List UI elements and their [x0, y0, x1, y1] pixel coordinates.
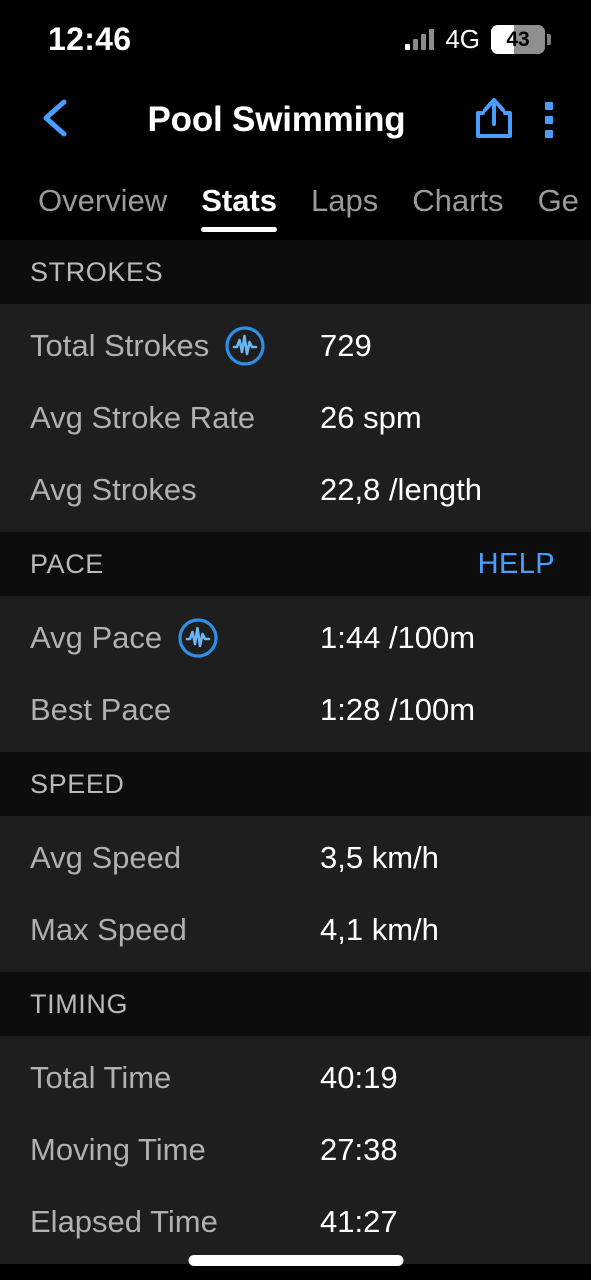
stat-row-label: Avg Stroke Rate	[30, 400, 256, 435]
more-options-button[interactable]	[535, 96, 563, 144]
stat-row-label: Moving Time	[30, 1132, 206, 1167]
app-bar-actions	[475, 96, 563, 144]
section-rows: Total Strokes 729 Avg Stroke Rate 26 spm Avg…	[0, 304, 591, 532]
section-header-strokes: STROKES	[0, 240, 591, 304]
stat-row-value: 27:38	[320, 1132, 398, 1167]
stat-row: Avg Strokes 22,8 /length	[0, 454, 591, 526]
status-bar-clock: 12:46	[48, 20, 132, 57]
stat-row-label-wrap: Avg Strokes	[30, 472, 320, 508]
stat-row-label: Total Strokes	[30, 328, 210, 363]
back-button[interactable]	[26, 96, 84, 145]
network-type-label: 4G	[445, 23, 480, 54]
home-indicator	[188, 1255, 403, 1266]
pulse-circle-icon[interactable]	[177, 617, 219, 659]
stat-row-label-wrap: Avg Stroke Rate	[30, 400, 320, 436]
stat-row-label: Total Time	[30, 1060, 172, 1095]
stat-row-label-wrap: Total Strokes	[30, 325, 320, 367]
section-title: TIMING	[30, 988, 129, 1019]
stat-row: Moving Time 27:38	[0, 1114, 591, 1186]
section-rows: Total Time 40:19 Moving Time 27:38 Elapsed T…	[0, 1036, 591, 1264]
stat-row-value: 1:44 /100m	[320, 620, 476, 655]
stat-row: Max Speed 4,1 km/h	[0, 894, 591, 966]
battery-icon: 43	[491, 24, 551, 54]
stat-row-value: 22,8 /length	[320, 472, 483, 507]
signal-bars-icon	[405, 28, 435, 50]
status-bar: 12:46 4G 43	[0, 0, 591, 78]
section-header-pace: PACE HELP	[0, 532, 591, 596]
section-rows: Avg Speed 3,5 km/h Max Speed 4,1 km/h	[0, 816, 591, 972]
stat-row-value: 4,1 km/h	[320, 912, 439, 947]
pulse-circle-icon[interactable]	[224, 325, 266, 367]
stat-row-value: 26 spm	[320, 400, 422, 435]
section-rows: Avg Pace 1:44 /100m Best Pace 1:28 /100m	[0, 596, 591, 752]
tab-ge[interactable]: Ge	[538, 162, 579, 240]
tab-stats[interactable]: Stats	[201, 162, 277, 240]
stat-row-label: Max Speed	[30, 912, 187, 947]
stat-row: Avg Stroke Rate 26 spm	[0, 382, 591, 454]
stat-row-label: Avg Pace	[30, 620, 163, 655]
section-title: STROKES	[30, 256, 164, 287]
app-bar: Pool Swimming	[0, 78, 591, 162]
stat-row: Avg Pace 1:44 /100m	[0, 602, 591, 674]
stats-content: STROKES Total Strokes 729 Avg Stroke Rate 26…	[0, 240, 591, 1264]
stat-row-value: 1:28 /100m	[320, 692, 476, 727]
stat-row-label-wrap: Avg Speed	[30, 840, 320, 876]
tab-laps[interactable]: Laps	[311, 162, 378, 240]
share-icon	[475, 97, 513, 144]
stat-row-value: 729	[320, 328, 372, 363]
section-title: PACE	[30, 548, 104, 579]
stat-row-label: Avg Speed	[30, 840, 182, 875]
status-bar-indicators: 4G 43	[405, 24, 551, 55]
stat-row: Best Pace 1:28 /100m	[0, 674, 591, 746]
section-header-speed: SPEED	[0, 752, 591, 816]
stat-row: Total Strokes 729	[0, 310, 591, 382]
stat-row-label-wrap: Elapsed Time	[30, 1204, 320, 1240]
stat-row-value: 3,5 km/h	[320, 840, 439, 875]
tab-bar[interactable]: Overview Stats Laps Charts Ge	[0, 162, 591, 240]
chevron-left-icon	[38, 96, 72, 145]
stat-row: Total Time 40:19	[0, 1042, 591, 1114]
tab-charts[interactable]: Charts	[412, 162, 503, 240]
help-link[interactable]: HELP	[478, 548, 555, 581]
stat-row-label-wrap: Moving Time	[30, 1132, 320, 1168]
stat-row-label-wrap: Total Time	[30, 1060, 320, 1096]
stat-row-label: Elapsed Time	[30, 1204, 218, 1239]
stat-row-label: Best Pace	[30, 692, 172, 727]
battery-percent-label: 43	[506, 27, 530, 51]
stat-row-label-wrap: Max Speed	[30, 912, 320, 948]
stat-row: Avg Speed 3,5 km/h	[0, 822, 591, 894]
stat-row-label-wrap: Best Pace	[30, 692, 320, 728]
section-title: SPEED	[30, 768, 125, 799]
tab-overview[interactable]: Overview	[38, 162, 167, 240]
kebab-menu-icon	[545, 102, 553, 110]
stat-row: Elapsed Time 41:27	[0, 1186, 591, 1258]
stat-row-value: 41:27	[320, 1204, 398, 1239]
section-header-timing: TIMING	[0, 972, 591, 1036]
stat-row-value: 40:19	[320, 1060, 398, 1095]
share-button[interactable]	[475, 97, 513, 144]
stat-row-label-wrap: Avg Pace	[30, 617, 320, 659]
phone-screen: 12:46 4G 43 Pool Swimming Overview Stats…	[0, 0, 591, 1280]
stat-row-label: Avg Strokes	[30, 472, 197, 507]
page-title: Pool Swimming	[147, 100, 406, 139]
